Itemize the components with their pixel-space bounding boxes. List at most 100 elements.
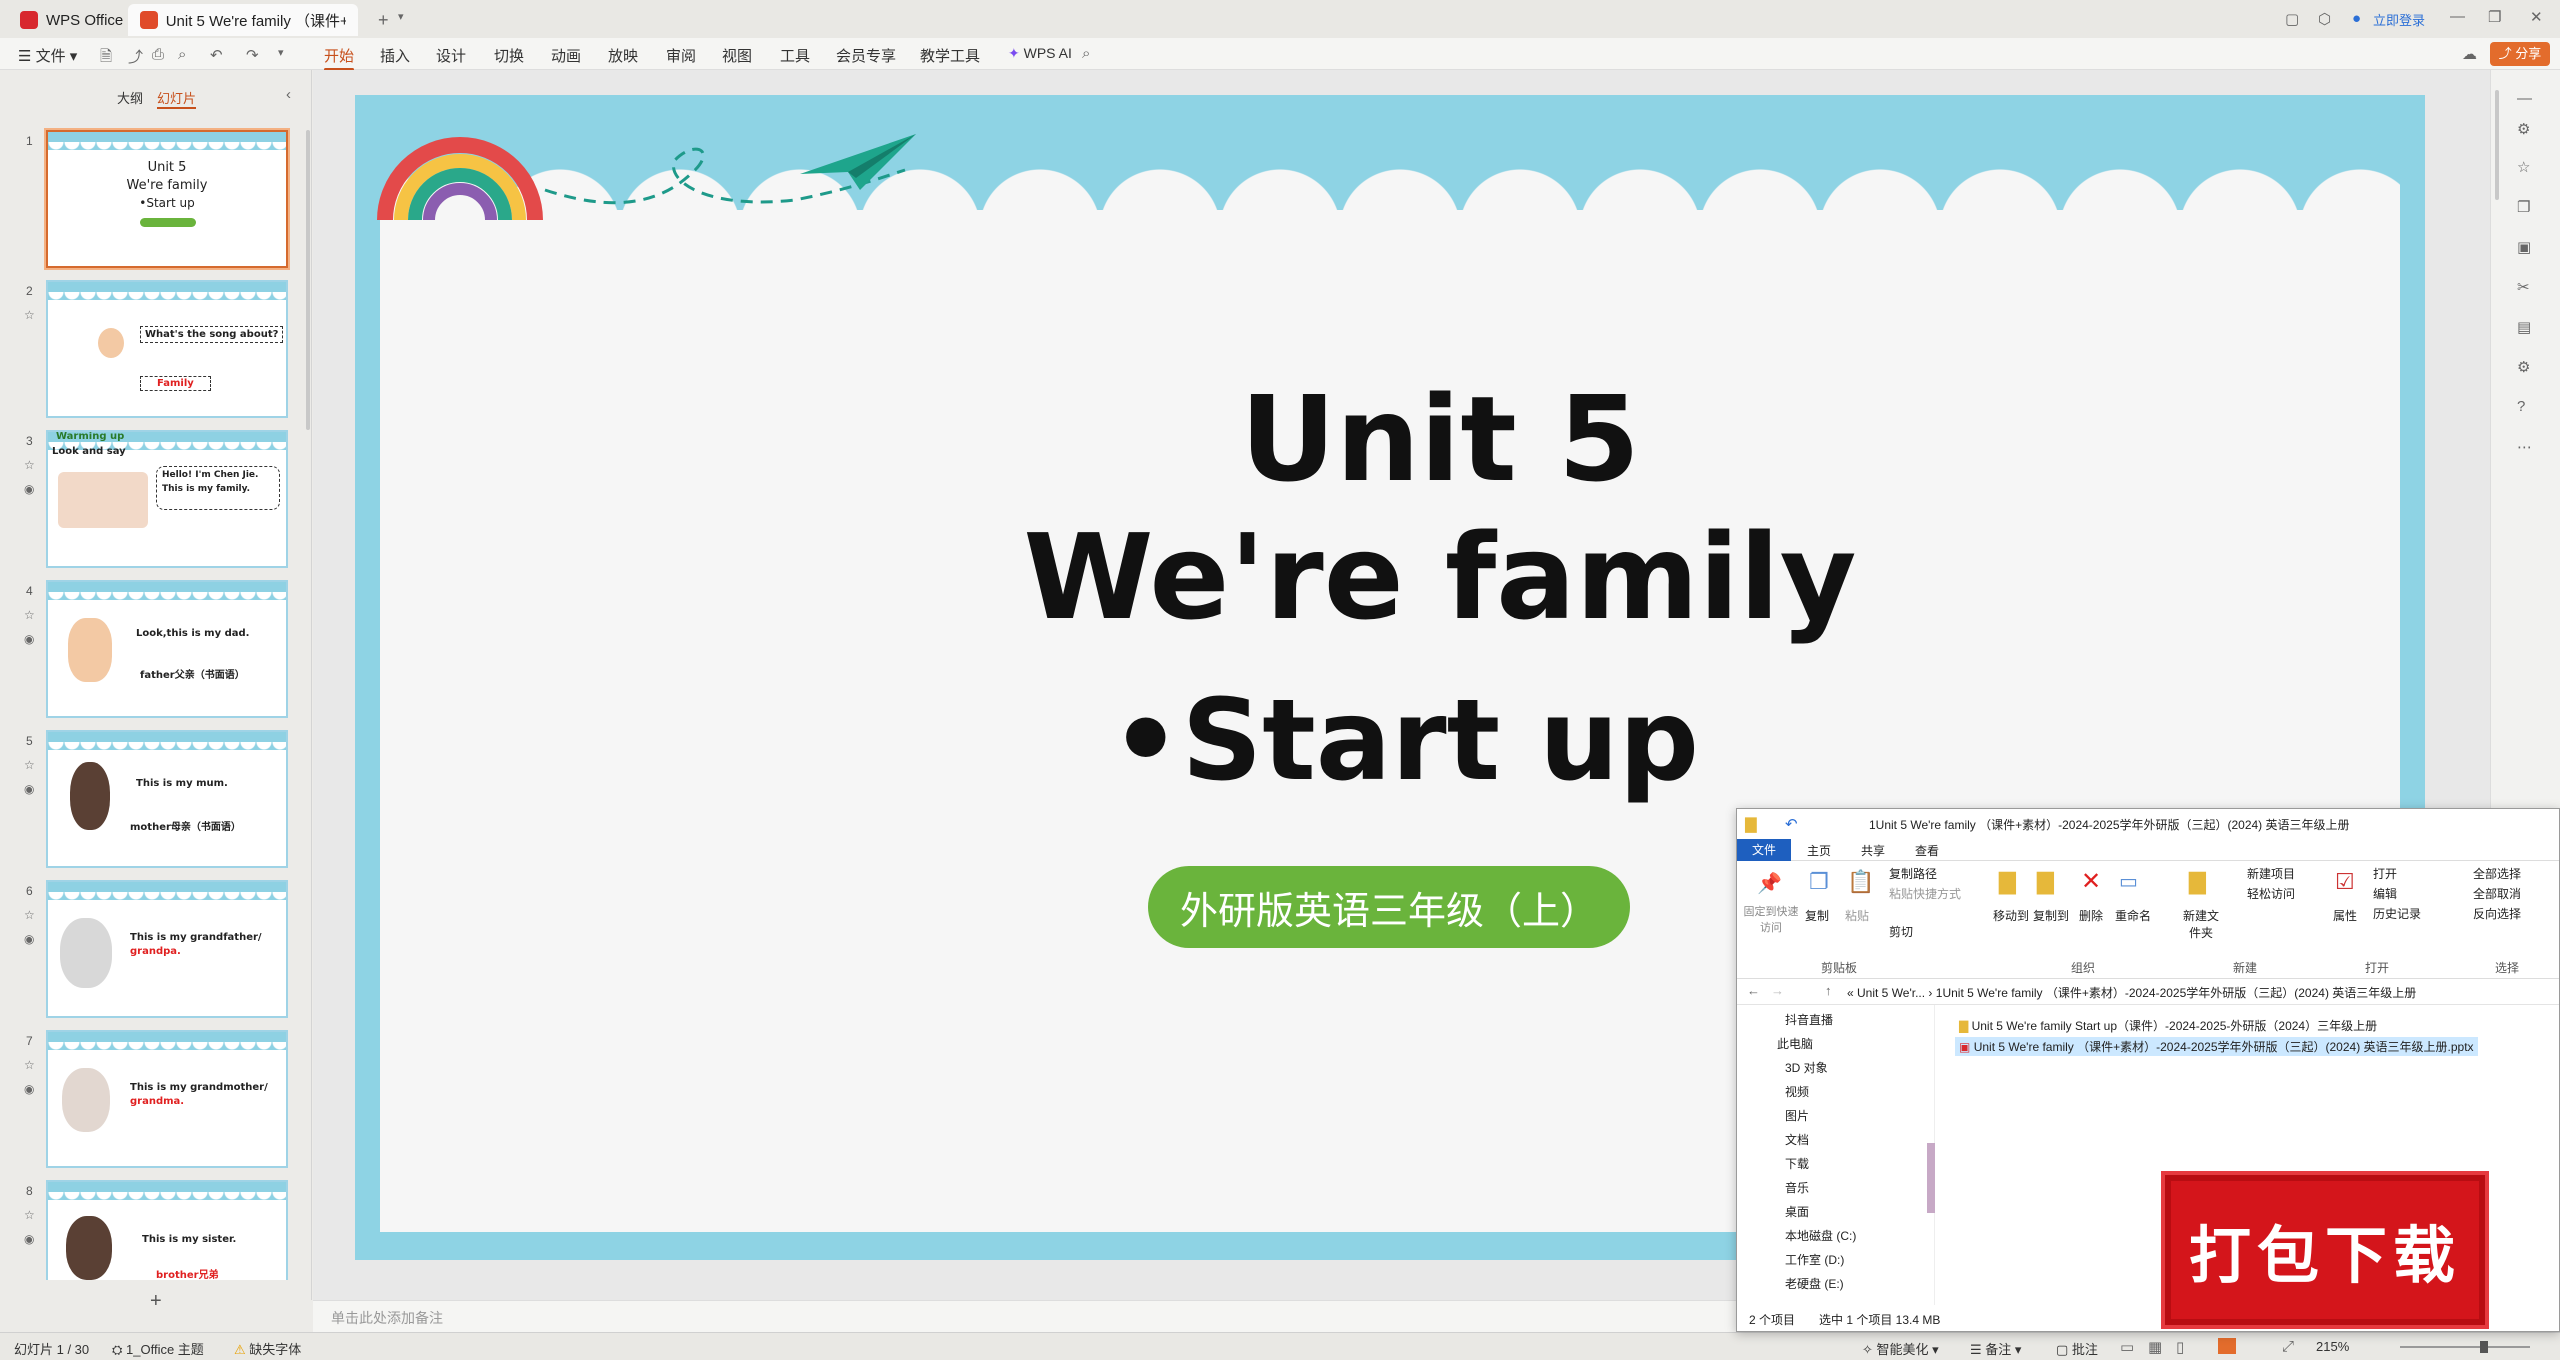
slide-bullet[interactable]: •Start up	[1000, 676, 1700, 806]
select-all-button[interactable]: 全部选择	[2473, 865, 2521, 882]
edit-button[interactable]: 编辑	[2373, 885, 2397, 902]
zoom-level[interactable]: 215%	[2316, 1339, 2349, 1354]
star-icon[interactable]: ☆	[24, 458, 35, 472]
star-outline-icon[interactable]: ☆	[2517, 158, 2530, 176]
star-icon[interactable]: ☆	[24, 1208, 35, 1222]
file-item-folder[interactable]: ▇ Unit 5 We're family Start up（课件）-2024-…	[1959, 1017, 2377, 1034]
up-icon[interactable]: ↑	[1825, 983, 1832, 998]
star-icon[interactable]: ☆	[24, 1058, 35, 1072]
cube-icon[interactable]: ⬡	[2318, 10, 2331, 28]
menu-item-transition[interactable]: 切换	[494, 45, 524, 66]
add-slide-button[interactable]: +	[150, 1290, 162, 1313]
book-icon[interactable]: ▤	[2517, 318, 2531, 336]
slide-scrollbar[interactable]	[2495, 90, 2499, 200]
undo-icon[interactable]: ↶	[210, 46, 223, 64]
save-icon[interactable]: 🗎	[100, 46, 112, 71]
menu-item-teaching[interactable]: 教学工具	[920, 45, 980, 66]
help-icon[interactable]: ?	[2517, 398, 2525, 415]
menu-item-tools[interactable]: 工具	[780, 45, 810, 66]
nav-item[interactable]: 工作室 (D:)	[1785, 1251, 1844, 1268]
nav-item[interactable]: 3D 对象	[1785, 1059, 1828, 1076]
thumb-slide-3[interactable]: Warming up Look and say Hello! I'm Chen …	[46, 430, 288, 568]
nav-item[interactable]: 文档	[1785, 1131, 1809, 1148]
thumbnail-scrollbar[interactable]	[306, 130, 310, 430]
explorer-tab-view[interactable]: 查看	[1915, 842, 1939, 859]
star-icon[interactable]: ☆	[24, 608, 35, 622]
open-button[interactable]: 打开	[2373, 865, 2397, 882]
nav-item-this-pc[interactable]: 此电脑	[1777, 1035, 1813, 1052]
new-tab-icon[interactable]: +	[378, 10, 389, 31]
audio-icon[interactable]: ◉	[24, 932, 34, 946]
audio-icon[interactable]: ◉	[24, 782, 34, 796]
audio-icon[interactable]: ◉	[24, 1232, 34, 1246]
nav-scrollbar[interactable]	[1927, 1143, 1935, 1213]
slide-title[interactable]: Unit 5	[1040, 370, 1840, 508]
notes-toggle[interactable]: ☰ 备注 ▾	[1970, 1339, 2021, 1358]
restore-icon[interactable]: ❐	[2488, 8, 2501, 26]
new-folder-icon[interactable]: ▇	[2189, 869, 2206, 895]
undo-icon[interactable]: ↶	[1785, 815, 1798, 833]
explorer-tab-file[interactable]: 文件	[1737, 839, 1791, 861]
delete-icon[interactable]: ✕	[2081, 867, 2101, 896]
nav-item[interactable]: 视频	[1785, 1083, 1809, 1100]
export-icon[interactable]: ⤴	[128, 46, 143, 67]
thumb-slide-2[interactable]: What's the song about? Family	[46, 280, 288, 418]
normal-view-icon[interactable]: ▭	[2120, 1338, 2134, 1356]
zoom-slider[interactable]	[2400, 1346, 2530, 1348]
audio-icon[interactable]: ◉	[24, 1082, 34, 1096]
star-icon[interactable]: ☆	[24, 758, 35, 772]
nav-item[interactable]: 图片	[1785, 1107, 1809, 1124]
menu-item-design[interactable]: 设计	[436, 45, 466, 66]
slide-subtitle[interactable]: We're family	[990, 508, 1890, 646]
chevron-down-icon[interactable]: ▾	[398, 10, 404, 23]
thumb-slide-6[interactable]: This is my grandfather/ grandpa.	[46, 880, 288, 1018]
thumb-slide-1[interactable]: Unit 5 We're family •Start up	[44, 128, 290, 270]
new-folder-button[interactable]: 新建文件夹	[2181, 907, 2221, 941]
file-item-pptx[interactable]: ▣ Unit 5 We're family （课件+素材）-2024-2025学…	[1955, 1037, 2478, 1056]
thumb-slide-4[interactable]: Look,this is my dad. father父亲（书面语）	[46, 580, 288, 718]
move-to-icon[interactable]: ▇	[1999, 869, 2016, 895]
explorer-tab-share[interactable]: 共享	[1861, 842, 1885, 859]
copy-to-icon[interactable]: ▇	[2037, 869, 2054, 895]
nav-item[interactable]: 桌面	[1785, 1203, 1809, 1220]
nav-item[interactable]: 抖音直播	[1785, 1011, 1833, 1028]
delete-button[interactable]: 删除	[2079, 907, 2103, 924]
wps-ai-button[interactable]: ✦ WPS AI	[1008, 45, 1072, 62]
address-path[interactable]: « Unit 5 We'r... › 1Unit 5 We're family …	[1847, 984, 2416, 1001]
audio-icon[interactable]: ◉	[24, 632, 34, 646]
pin-label[interactable]: 固定到快速访问	[1743, 903, 1799, 935]
slides-tab[interactable]: 幻灯片	[157, 88, 197, 109]
more-chevron-icon[interactable]: ▾	[278, 46, 284, 59]
rename-icon[interactable]: ▭	[2119, 869, 2138, 894]
menu-item-member[interactable]: 会员专享	[836, 45, 896, 66]
sorter-view-icon[interactable]: ▦	[2148, 1338, 2162, 1356]
rename-button[interactable]: 重命名	[2115, 907, 2151, 924]
move-to-button[interactable]: 移动到	[1993, 907, 2029, 924]
textbook-badge[interactable]: 外研版英语三年级（上）	[1148, 866, 1630, 948]
copy-icon[interactable]: ❐	[1809, 869, 1829, 895]
sliders-icon[interactable]: ⚙	[2517, 120, 2530, 138]
paste-icon[interactable]: 📋	[1847, 869, 1874, 895]
document-tab[interactable]: Unit 5 We're family （课件+	[128, 4, 358, 36]
easy-access-button[interactable]: 轻松访问	[2247, 885, 2295, 902]
theme-label[interactable]: ⛭ 1_Office 主题	[112, 1339, 204, 1358]
nav-item[interactable]: 老硬盘 (E:)	[1785, 1275, 1844, 1292]
audio-icon[interactable]: ◉	[24, 482, 34, 496]
cut-button[interactable]: 剪切	[1889, 923, 1913, 940]
thumb-slide-5[interactable]: This is my mum. mother母亲（书面语）	[46, 730, 288, 868]
missing-font-button[interactable]: ⚠ 缺失字体	[234, 1339, 301, 1358]
back-icon[interactable]: ←	[1747, 983, 1760, 998]
share-button[interactable]: ⤴ 分享	[2490, 42, 2550, 66]
copy-icon[interactable]: ❐	[2517, 198, 2530, 216]
fit-icon[interactable]: ⤢	[2282, 1338, 2294, 1355]
zoom-slider-thumb[interactable]	[2480, 1341, 2488, 1353]
reading-view-icon[interactable]: ▯	[2176, 1338, 2184, 1356]
pin-icon[interactable]: 📌	[1757, 871, 1782, 896]
cloud-icon[interactable]: ☁	[2462, 45, 2477, 63]
star-icon[interactable]: ☆	[24, 908, 35, 922]
paste-shortcut-button[interactable]: 粘贴快捷方式	[1889, 885, 1961, 902]
layout-icon[interactable]: ▢	[2285, 10, 2299, 28]
comments-toggle[interactable]: ▢ 批注	[2056, 1339, 2098, 1358]
menu-item-slideshow[interactable]: 放映	[608, 45, 638, 66]
menu-item-review[interactable]: 审阅	[666, 45, 696, 66]
